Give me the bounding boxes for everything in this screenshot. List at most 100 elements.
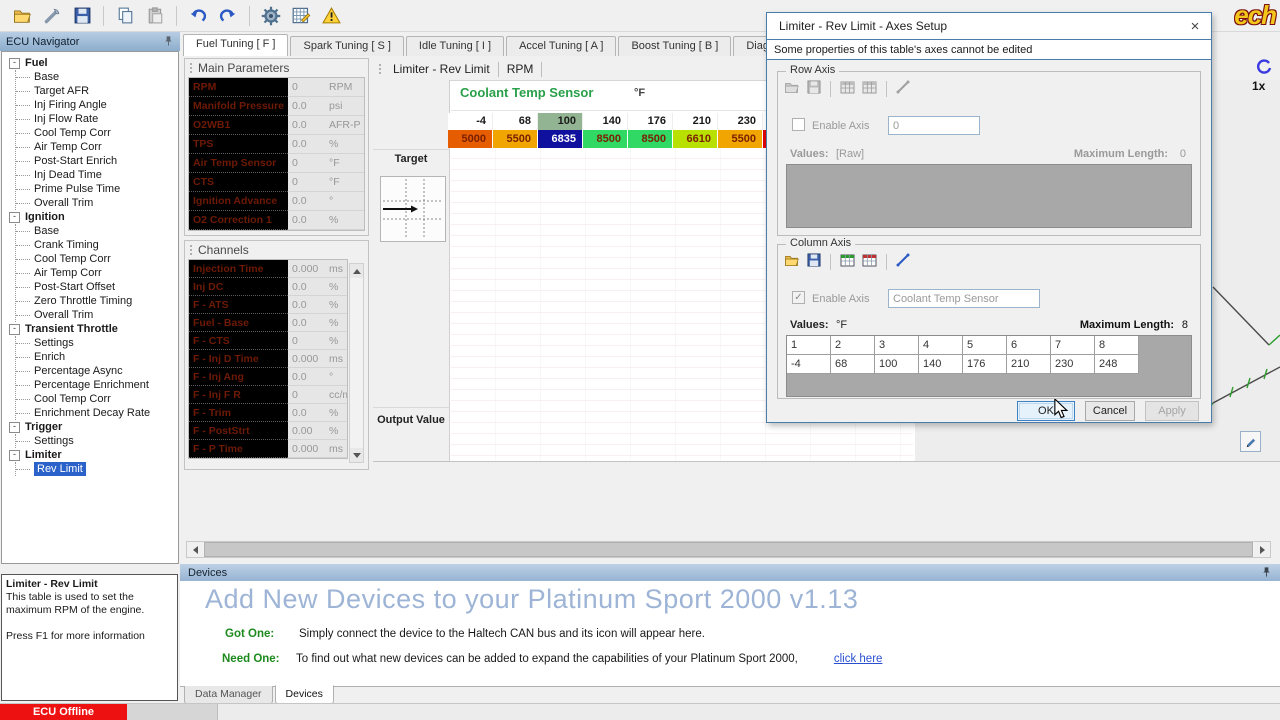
tree-item-inj-firing-angle[interactable]: Inj Firing Angle <box>16 98 178 112</box>
tab-fuel-tuning-f[interactable]: Fuel Tuning [ F ] <box>183 34 288 56</box>
grid-cell-176[interactable]: 8500 <box>628 130 673 148</box>
tree-item-air-temp-corr[interactable]: Air Temp Corr <box>16 140 178 154</box>
insert-column-icon[interactable] <box>840 254 855 270</box>
save-axis-icon[interactable] <box>807 80 821 97</box>
save-axis-icon[interactable] <box>807 253 821 270</box>
axis-cell-68[interactable]: 68 <box>831 355 875 374</box>
grid-cell-68[interactable]: 5500 <box>493 130 538 148</box>
grid-header-100[interactable]: 100 <box>538 113 583 130</box>
grid-cell-100[interactable]: 6835 <box>538 130 583 148</box>
grid-header-176[interactable]: 176 <box>628 113 673 130</box>
tree-item-cool-temp-corr[interactable]: Cool Temp Corr <box>16 252 178 266</box>
axis-cell-8[interactable]: 8 <box>1095 336 1139 355</box>
settings-gear-icon[interactable] <box>259 4 283 28</box>
scroll-down-icon[interactable] <box>350 448 363 462</box>
dock-tab-devices[interactable]: Devices <box>275 685 334 704</box>
cancel-button[interactable]: Cancel <box>1085 401 1135 421</box>
tree-node-trigger[interactable]: -Trigger <box>2 420 178 434</box>
collapse-icon[interactable]: - <box>9 422 20 433</box>
tab-accel-tuning-a[interactable]: Accel Tuning [ A ] <box>506 36 616 56</box>
grid-header-140[interactable]: 140 <box>583 113 628 130</box>
axis-cell-2[interactable]: 2 <box>831 336 875 355</box>
tab-boost-tuning-b[interactable]: Boost Tuning [ B ] <box>618 36 731 56</box>
grid-cell--4[interactable]: 5000 <box>448 130 493 148</box>
tree-item-enrich[interactable]: Enrich <box>16 350 178 364</box>
tree-item-base[interactable]: Base <box>16 70 178 84</box>
apply-button[interactable]: Apply <box>1145 401 1199 421</box>
tree-item-percentage-async[interactable]: Percentage Async <box>16 364 178 378</box>
copy-icon[interactable] <box>113 4 137 28</box>
tree-item-overall-trim[interactable]: Overall Trim <box>16 196 178 210</box>
scroll-up-icon[interactable] <box>350 264 363 278</box>
tree-node-ignition[interactable]: -Ignition <box>2 210 178 224</box>
tree-item-crank-timing[interactable]: Crank Timing <box>16 238 178 252</box>
tab-idle-tuning-i[interactable]: Idle Tuning [ I ] <box>406 36 504 56</box>
tree-item-post-start-offset[interactable]: Post-Start Offset <box>16 280 178 294</box>
tree-item-rev-limit[interactable]: Rev Limit <box>34 462 86 476</box>
axis-cell-7[interactable]: 7 <box>1051 336 1095 355</box>
axis-cell-140[interactable]: 140 <box>919 355 963 374</box>
tree-item-settings[interactable]: Settings <box>16 434 178 448</box>
click-here-link[interactable]: click here <box>834 653 883 665</box>
drag-handle[interactable] <box>378 63 382 75</box>
axis-cell-4[interactable]: -4 <box>787 355 831 374</box>
grid-header-230[interactable]: 230 <box>718 113 763 130</box>
axis-cell-230[interactable]: 230 <box>1051 355 1095 374</box>
scrollbar-thumb[interactable] <box>204 542 1253 557</box>
close-icon[interactable]: × <box>1185 16 1205 36</box>
open-file-icon[interactable] <box>10 4 34 28</box>
undo-icon[interactable] <box>186 4 210 28</box>
scroll-right-icon[interactable] <box>1254 542 1270 557</box>
collapse-icon[interactable]: - <box>9 212 20 223</box>
grid-header-210[interactable]: 210 <box>673 113 718 130</box>
row-axis-enable-checkbox[interactable] <box>792 118 805 131</box>
axis-cell-3[interactable]: 3 <box>875 336 919 355</box>
axis-cell-248[interactable]: 248 <box>1095 355 1139 374</box>
tab-spark-tuning-s[interactable]: Spark Tuning [ S ] <box>290 36 403 56</box>
tree-item-overall-trim[interactable]: Overall Trim <box>16 308 178 322</box>
delete-column-icon[interactable] <box>862 254 877 270</box>
scroll-left-icon[interactable] <box>187 542 203 557</box>
tree-node-limiter[interactable]: -Limiter <box>2 448 178 462</box>
delete-column-icon[interactable] <box>862 81 877 97</box>
channels-scrollbar[interactable] <box>349 263 364 463</box>
drag-handle[interactable] <box>189 62 193 74</box>
tree-item-zero-throttle-timing[interactable]: Zero Throttle Timing <box>16 294 178 308</box>
redo-icon[interactable] <box>216 4 240 28</box>
axis-cell-4[interactable]: 4 <box>919 336 963 355</box>
interpolate-icon[interactable] <box>896 80 910 97</box>
insert-column-icon[interactable] <box>840 81 855 97</box>
grid-cell-140[interactable]: 8500 <box>583 130 628 148</box>
tree-item-inj-dead-time[interactable]: Inj Dead Time <box>16 168 178 182</box>
axis-cell-100[interactable]: 100 <box>875 355 919 374</box>
tree-item-settings[interactable]: Settings <box>16 336 178 350</box>
tree-item-post-start-enrich[interactable]: Post-Start Enrich <box>16 154 178 168</box>
grid-cell-210[interactable]: 6610 <box>673 130 718 148</box>
horizontal-scrollbar[interactable] <box>186 541 1271 558</box>
axis-cell-5[interactable]: 5 <box>963 336 1007 355</box>
pin-icon[interactable] <box>163 35 174 50</box>
interpolate-icon[interactable] <box>896 253 910 270</box>
load-axis-icon[interactable] <box>784 81 800 97</box>
tree-item-prime-pulse-time[interactable]: Prime Pulse Time <box>16 182 178 196</box>
drag-handle[interactable] <box>189 244 193 256</box>
collapse-icon[interactable]: - <box>9 58 20 69</box>
row-axis-name-input[interactable]: 0 <box>888 116 980 135</box>
paste-icon[interactable] <box>143 4 167 28</box>
tree-item-percentage-enrichment[interactable]: Percentage Enrichment <box>16 378 178 392</box>
grid-header--4[interactable]: -4 <box>448 113 493 130</box>
tree-item-cool-temp-corr[interactable]: Cool Temp Corr <box>16 126 178 140</box>
tree-item-enrichment-decay-rate[interactable]: Enrichment Decay Rate <box>16 406 178 420</box>
column-axis-enable-checkbox[interactable]: ✓ <box>792 291 805 304</box>
pin-icon[interactable] <box>1261 566 1272 581</box>
tree-item-air-temp-corr[interactable]: Air Temp Corr <box>16 266 178 280</box>
tree-item-inj-flow-rate[interactable]: Inj Flow Rate <box>16 112 178 126</box>
table-edit-icon[interactable] <box>289 4 313 28</box>
tree-node-transient-throttle[interactable]: -Transient Throttle <box>2 322 178 336</box>
save-icon[interactable] <box>70 4 94 28</box>
collapse-icon[interactable]: - <box>9 324 20 335</box>
axis-cell-176[interactable]: 176 <box>963 355 1007 374</box>
column-axis-table[interactable]: 12345678-468100140176210230248 <box>787 336 1139 374</box>
map-edit-button[interactable] <box>1240 431 1261 452</box>
dock-tab-data-manager[interactable]: Data Manager <box>184 686 273 704</box>
